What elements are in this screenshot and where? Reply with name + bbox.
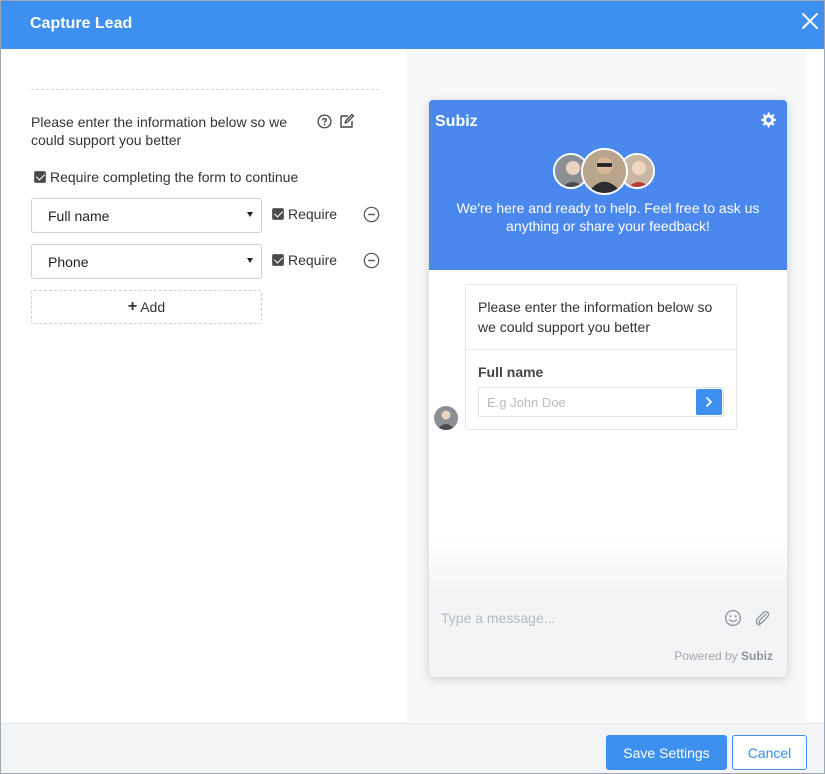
- edit-icon[interactable]: [339, 113, 355, 129]
- field-require-label: Require: [288, 252, 338, 268]
- widget-composer: Type a message... Powered by Subiz: [429, 590, 787, 677]
- save-settings-button[interactable]: Save Settings: [606, 735, 727, 770]
- lead-field-input[interactable]: E.g John Doe: [478, 387, 724, 417]
- lead-field-label: Full name: [478, 364, 544, 380]
- lead-form-message: Please enter the information below so we…: [478, 299, 713, 335]
- scrollbar[interactable]: [807, 49, 824, 723]
- remove-field-icon[interactable]: [363, 206, 380, 223]
- message-area-fade: [429, 540, 787, 590]
- field-select-value: Full name: [48, 208, 110, 224]
- caret-down-icon: [247, 212, 253, 217]
- field-require-checkbox[interactable]: Require: [272, 252, 337, 268]
- avatar: [434, 406, 458, 430]
- require-completion-checkbox[interactable]: Require completing the form to continue: [34, 169, 298, 185]
- add-field-button[interactable]: + Add: [31, 290, 262, 324]
- chevron-right-icon: [706, 397, 713, 407]
- field-select-phone[interactable]: Phone: [31, 244, 262, 279]
- form-intro-text: Please enter the information below so we…: [31, 114, 288, 148]
- field-require-checkbox[interactable]: Require: [272, 206, 337, 222]
- field-select-full-name[interactable]: Full name: [31, 198, 262, 233]
- add-field-label: Add: [140, 299, 166, 315]
- help-icon[interactable]: [317, 114, 332, 129]
- paperclip-icon[interactable]: [753, 608, 771, 628]
- checkbox-checked-icon[interactable]: [272, 254, 284, 266]
- widget-brand: Subiz: [435, 113, 478, 130]
- capture-lead-dialog: Capture Lead Please enter the informatio…: [0, 0, 825, 774]
- divider: [31, 89, 379, 90]
- welcome-message: We're here and ready to help. Feel free …: [456, 200, 760, 234]
- dialog-footer: Save Settings Cancel: [1, 723, 824, 773]
- message-input[interactable]: Type a message...: [441, 610, 681, 626]
- agent-avatars: [553, 148, 663, 195]
- divider: [466, 349, 736, 350]
- cancel-button[interactable]: Cancel: [732, 735, 807, 770]
- widget-header: Subiz We're here and ready to help. Feel…: [429, 100, 787, 270]
- plus-icon: +: [127, 298, 138, 315]
- caret-down-icon: [247, 258, 253, 263]
- gear-icon[interactable]: [759, 111, 777, 129]
- dialog-title: Capture Lead: [30, 15, 133, 32]
- field-require-label: Require: [288, 206, 338, 222]
- field-select-value: Phone: [48, 254, 89, 270]
- form-settings-panel: Please enter the information below so we…: [1, 49, 407, 723]
- close-icon[interactable]: [798, 9, 822, 33]
- checkbox-checked-icon[interactable]: [34, 171, 46, 183]
- require-completion-label: Require completing the form to continue: [50, 169, 299, 185]
- powered-by-prefix: Powered by: [674, 649, 738, 663]
- remove-field-icon[interactable]: [363, 252, 380, 269]
- chat-widget-preview: Subiz We're here and ready to help. Feel…: [429, 100, 787, 677]
- powered-by-brand: Subiz: [741, 649, 773, 663]
- dialog-header: Capture Lead: [1, 1, 824, 49]
- emoji-icon[interactable]: [724, 609, 742, 627]
- powered-by-label: Powered by Subiz: [674, 649, 773, 663]
- avatar: [581, 148, 628, 195]
- checkbox-checked-icon[interactable]: [272, 208, 284, 220]
- send-field-button[interactable]: [696, 389, 722, 415]
- lead-form-card: Please enter the information below so we…: [465, 284, 737, 430]
